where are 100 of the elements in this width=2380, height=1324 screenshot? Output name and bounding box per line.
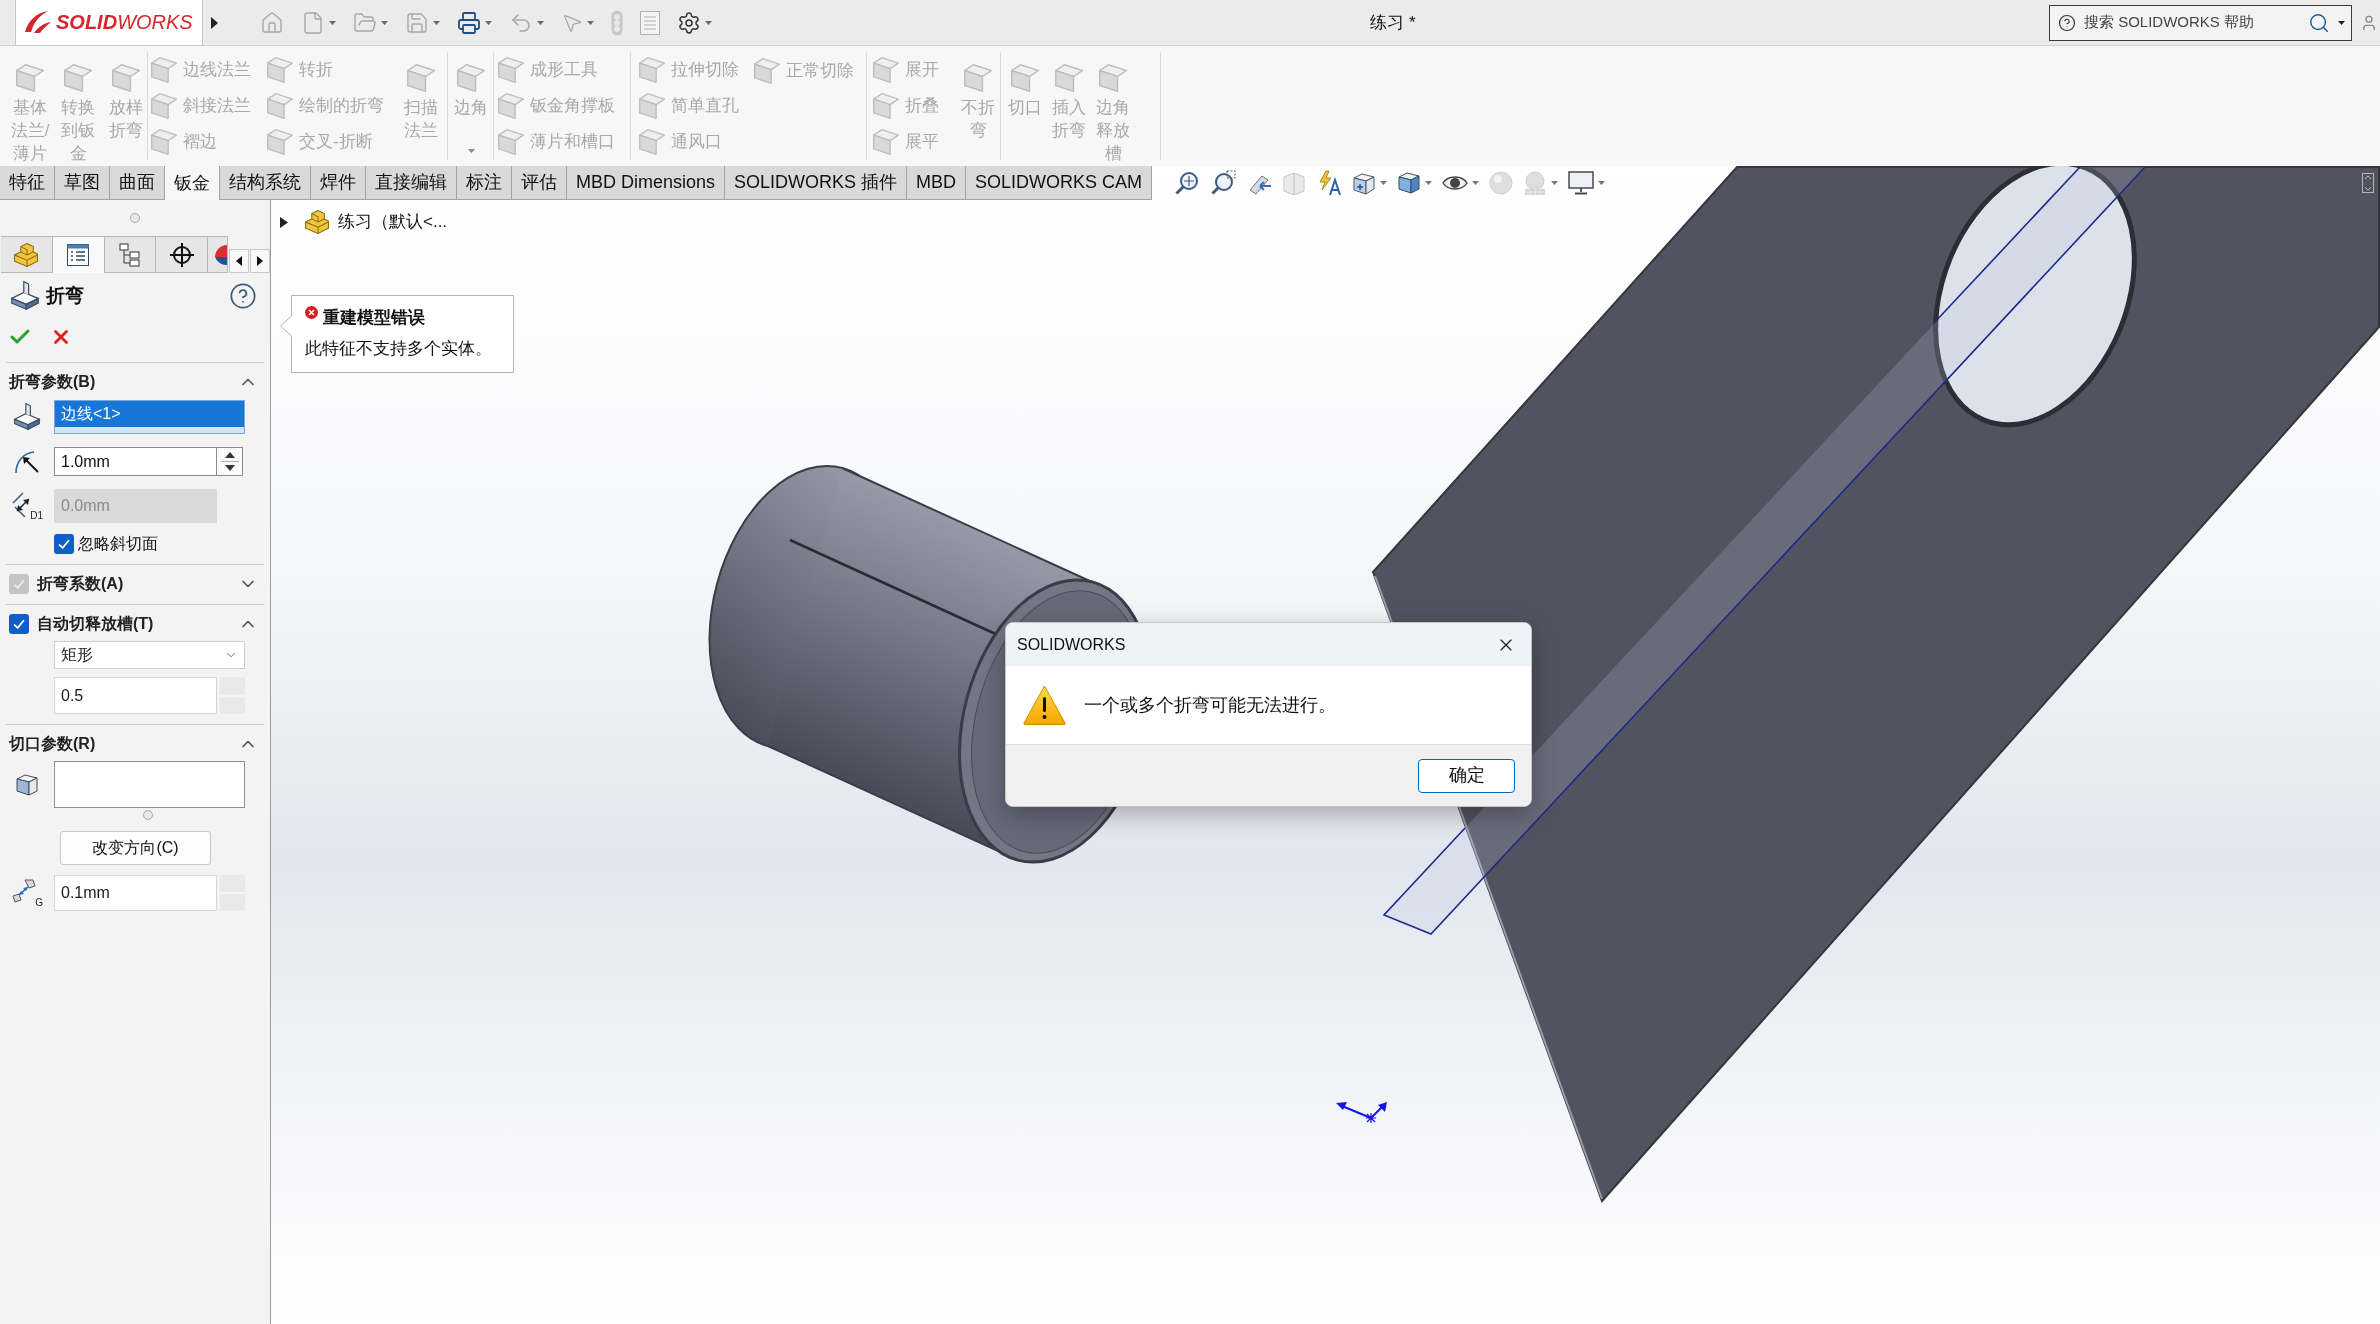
panel-tab[interactable]: [52, 236, 105, 273]
bent-sheet-icon: [1011, 64, 1039, 92]
selection-list[interactable]: [54, 761, 245, 808]
command-tab[interactable]: 直接编辑: [366, 166, 457, 200]
up-triangle-icon[interactable]: [224, 452, 235, 459]
spinner-control[interactable]: [217, 447, 243, 476]
ok-button[interactable]: 确定: [1418, 758, 1515, 793]
list-item[interactable]: 边线<1>: [55, 401, 244, 427]
change-direction-button[interactable]: 改变方向(C): [60, 831, 211, 865]
zoom-area-icon[interactable]: [1210, 170, 1237, 196]
command-tab[interactable]: 焊件: [311, 166, 366, 200]
tick-icon: [13, 619, 25, 629]
collapsed-triangle-icon[interactable]: [280, 216, 288, 228]
number-field[interactable]: 0.1mm: [54, 875, 217, 911]
checkbox[interactable]: [9, 614, 29, 634]
help-icon[interactable]: [2058, 13, 2076, 32]
bent-sheet-icon: [267, 129, 293, 155]
scroll-left-button[interactable]: [229, 249, 249, 273]
caret-icon[interactable]: [2338, 20, 2345, 25]
bent-sheet-icon: [873, 57, 899, 83]
user-icon[interactable]: [2360, 13, 2378, 32]
bent-sheet-icon: [151, 57, 177, 83]
command-tab[interactable]: MBD Dimensions: [567, 166, 726, 200]
section-title: 折弯参数(B): [9, 372, 96, 392]
dropdown-field[interactable]: 矩形: [54, 641, 245, 669]
section-title: 切口参数(R): [9, 734, 96, 754]
panel-tab[interactable]: [208, 236, 228, 273]
configuration-tree-icon[interactable]: [118, 242, 141, 267]
menu-expand-icon[interactable]: [211, 16, 218, 29]
bent-sheet-icon: [873, 93, 899, 119]
number-field[interactable]: 1.0mm: [54, 447, 217, 476]
bent-sheet-icon: [16, 64, 44, 92]
view-orientation-icon[interactable]: [1352, 171, 1377, 195]
section-title: 自动切释放槽(T): [37, 614, 154, 634]
error-icon: [305, 306, 318, 319]
command-tab[interactable]: 标注: [457, 166, 512, 200]
resize-handle[interactable]: [143, 810, 153, 820]
checkbox[interactable]: [54, 533, 74, 554]
cube-face-icon: [15, 772, 39, 797]
command-tab[interactable]: 评估: [512, 166, 567, 200]
selection-list[interactable]: 边线<1>: [54, 400, 245, 434]
bent-sheet-icon: [1055, 64, 1083, 92]
dialog-title: SOLIDWORKS: [1017, 634, 1126, 655]
eye-icon[interactable]: [1442, 174, 1469, 192]
bent-sheet-icon: [873, 129, 899, 155]
resize-handle[interactable]: [130, 213, 140, 223]
down-triangle-icon[interactable]: [224, 464, 235, 471]
command-tab[interactable]: 结构系统: [220, 166, 311, 200]
scroll-right-button[interactable]: [250, 249, 270, 273]
monitor-icon[interactable]: [1568, 171, 1595, 195]
command-tab[interactable]: MBD: [907, 166, 967, 200]
printer-icon[interactable]: [457, 10, 481, 35]
number-field[interactable]: 0.5: [54, 677, 217, 714]
bent-sheet-icon: [639, 93, 665, 119]
annotation-view-icon[interactable]: [1316, 170, 1343, 196]
command-tab[interactable]: 特征: [0, 166, 55, 200]
appearance-icon[interactable]: [213, 243, 227, 266]
search-field[interactable]: 搜索 SOLIDWORKS 帮助: [2049, 4, 2352, 41]
left-triangle-icon[interactable]: [236, 256, 242, 266]
search-icon[interactable]: [2308, 11, 2330, 34]
help-icon[interactable]: [229, 282, 257, 310]
bent-sheet-icon: [457, 64, 485, 92]
bent-sheet-icon: [639, 57, 665, 83]
dimension-label: G: [35, 897, 43, 908]
command-tab[interactable]: SOLIDWORKS 插件: [725, 166, 908, 200]
bent-sheet-icon: [407, 64, 435, 92]
property-list-icon[interactable]: [67, 244, 90, 266]
command-tab[interactable]: 草图: [55, 166, 110, 200]
viewport-layout-icon[interactable]: [2362, 173, 2374, 193]
tick-icon: [58, 538, 70, 549]
tree-item[interactable]: 练习（默认<...: [338, 209, 448, 235]
shaded-cube-icon[interactable]: [1397, 171, 1422, 195]
gap-arrow-icon: [11, 878, 37, 904]
part-icon[interactable]: [13, 242, 40, 267]
crosshair-icon[interactable]: [169, 242, 194, 267]
dimension-label: D1: [30, 510, 43, 521]
bent-sheet-icon: [151, 93, 177, 119]
bent-sheet-icon: [498, 129, 524, 155]
settings-icon[interactable]: [677, 10, 701, 35]
bent-sheet-icon: [267, 57, 293, 83]
bent-sheet-icon: [639, 129, 665, 155]
bent-sheet-icon: [13, 403, 41, 431]
bent-sheet-icon: [151, 129, 177, 155]
bent-sheet-icon: [1099, 64, 1127, 92]
command-tab[interactable]: 钣金: [165, 166, 220, 200]
dialog-message: 一个或多个折弯可能无法进行。: [1084, 693, 1336, 717]
warning-icon: [1023, 685, 1066, 725]
bent-sheet-icon: [964, 64, 992, 92]
bend-feature-icon: [10, 281, 40, 311]
right-triangle-icon[interactable]: [257, 256, 263, 266]
bent-sheet-icon: [754, 58, 780, 84]
bent-sheet-icon: [64, 64, 92, 92]
bent-sheet-icon: [498, 57, 524, 83]
command-tab[interactable]: 曲面: [110, 166, 165, 200]
section-title: 折弯系数(A): [37, 574, 124, 594]
zoom-to-fit-icon[interactable]: [1174, 170, 1201, 196]
panel-title: 折弯: [46, 283, 84, 308]
bent-sheet-icon: [498, 93, 524, 119]
command-tab[interactable]: SOLIDWORKS CAM: [966, 166, 1153, 200]
panel-tab[interactable]: [156, 236, 209, 273]
